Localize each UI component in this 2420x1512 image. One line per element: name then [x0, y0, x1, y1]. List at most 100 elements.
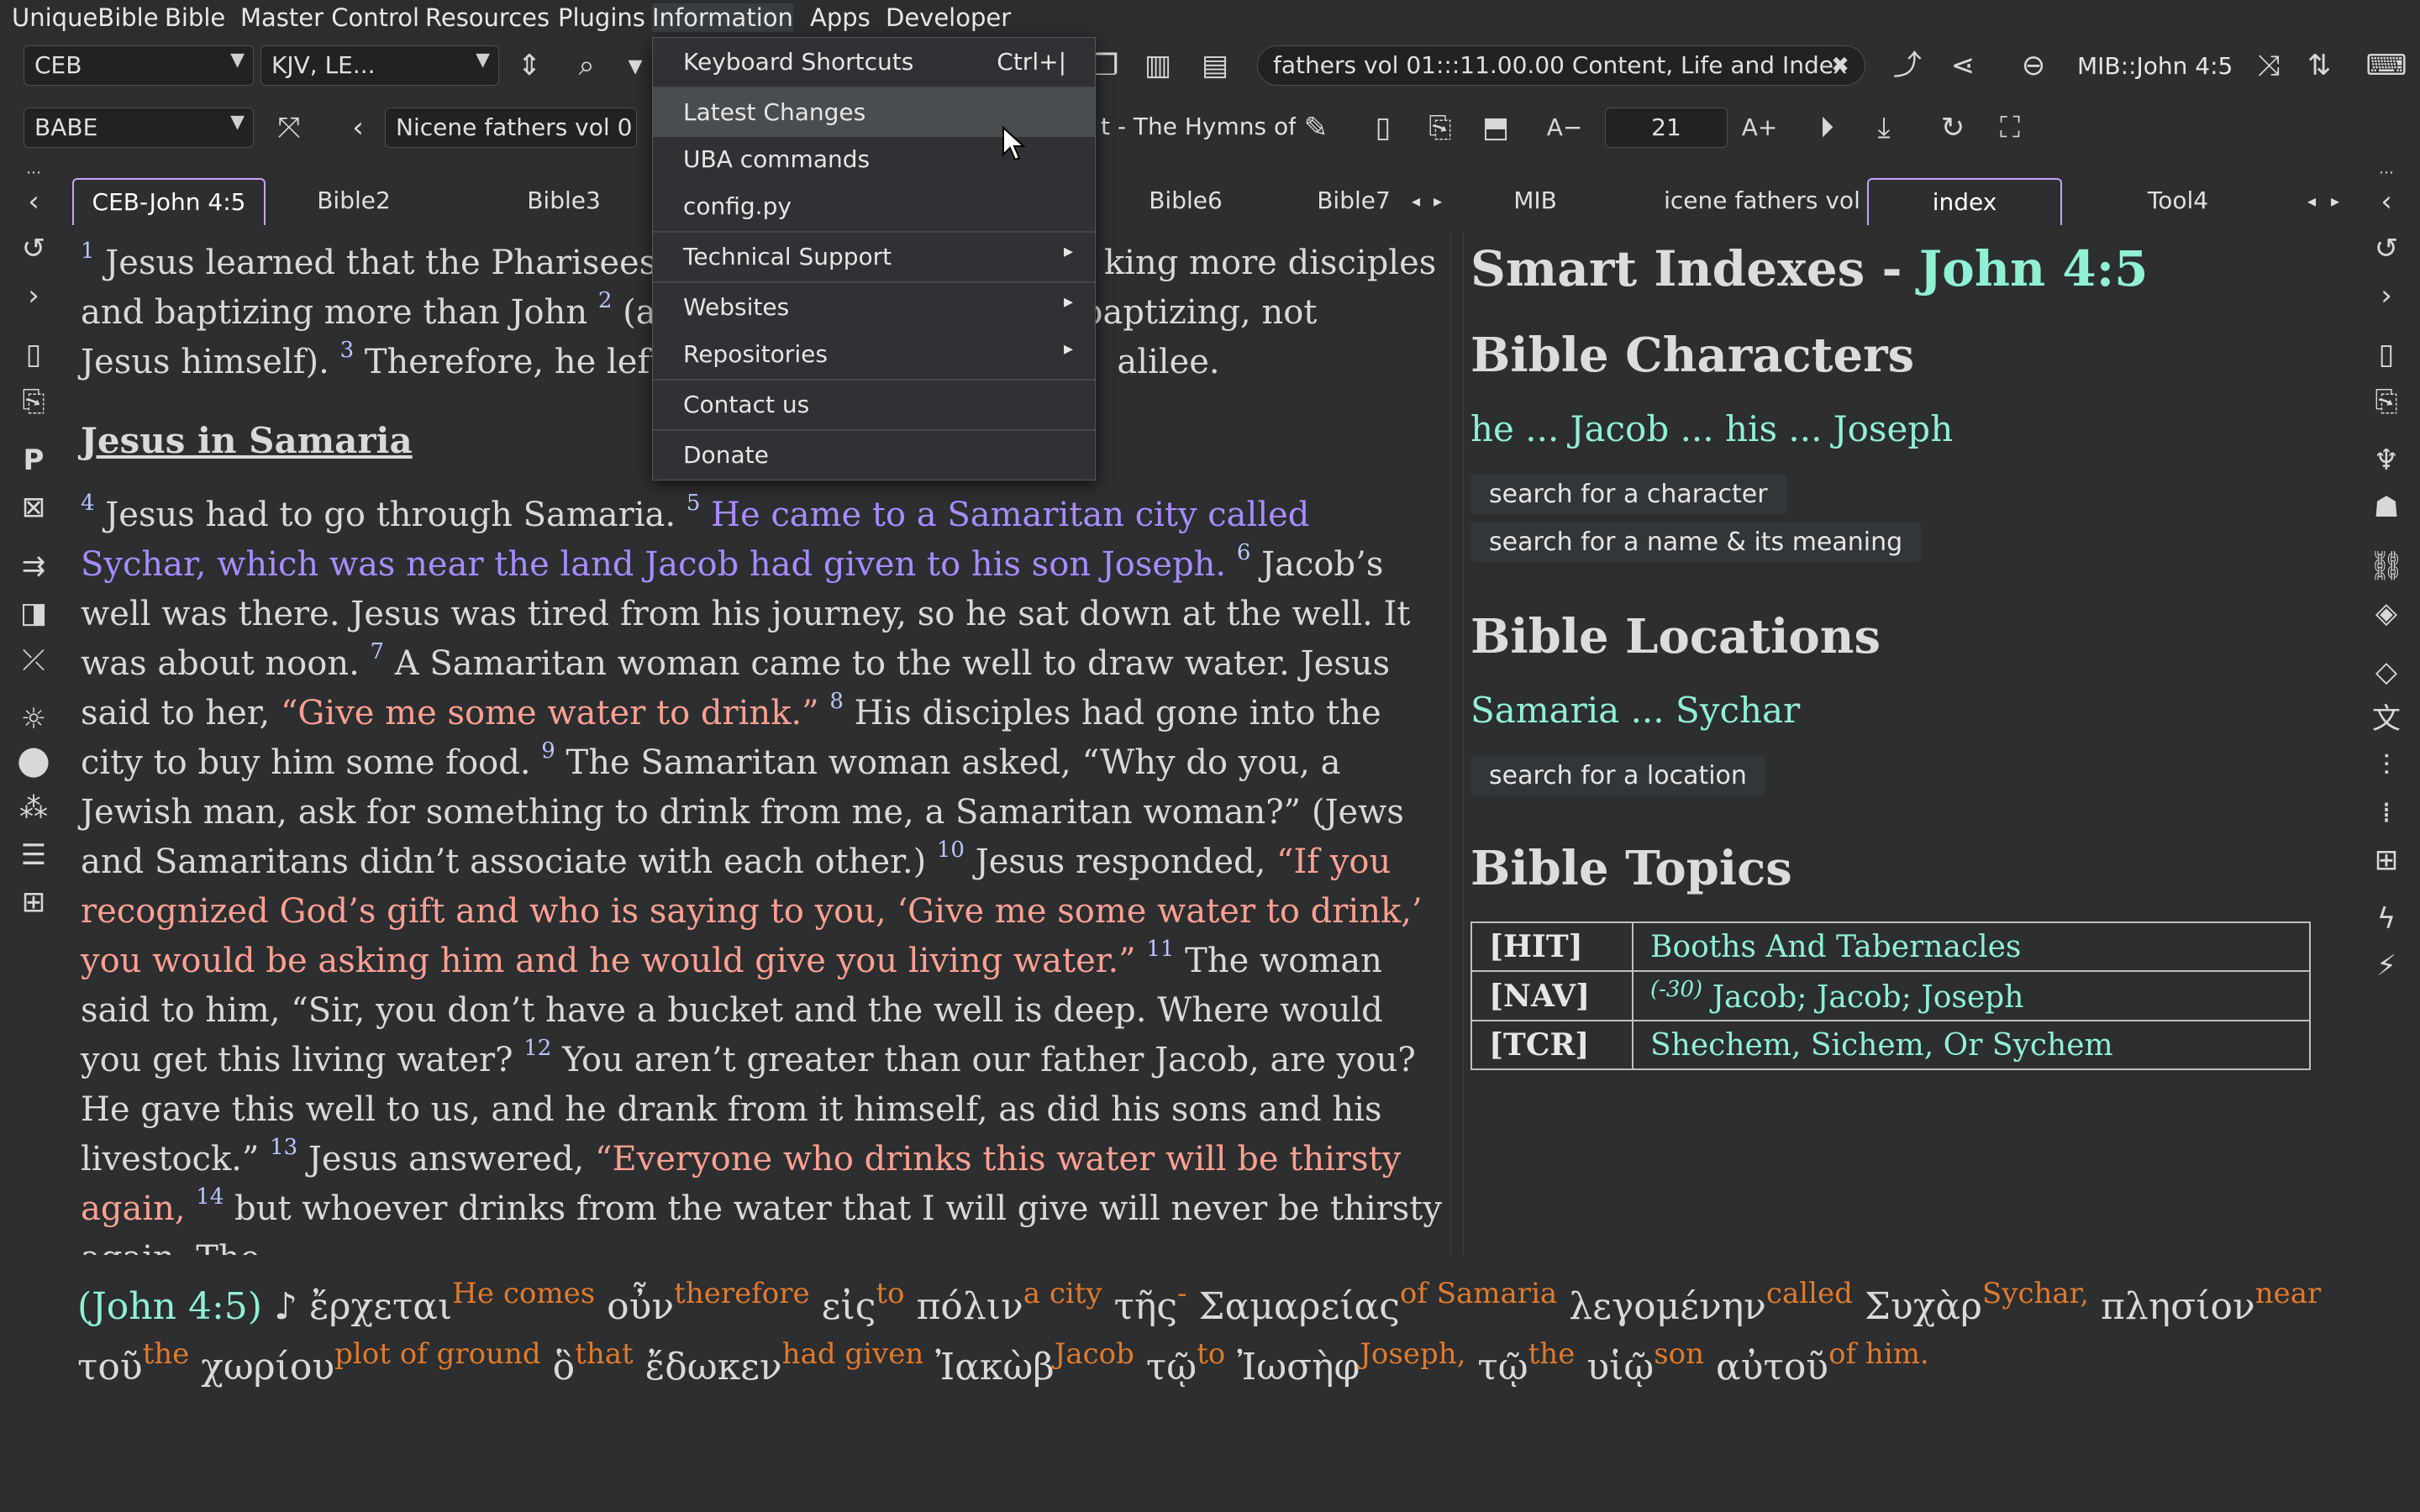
flash-text-icon[interactable]: ϟ	[2365, 897, 2408, 941]
verse-number[interactable]: 2	[598, 288, 613, 313]
nodes-icon[interactable]: ⁂	[12, 786, 55, 830]
rows-icon[interactable]: ▤	[1193, 44, 1237, 87]
verse-number[interactable]: 11	[1146, 937, 1174, 962]
back-icon[interactable]: ‹	[12, 180, 55, 223]
tab-ceb-john[interactable]: CEB-John 4:5	[72, 178, 266, 225]
open-external-icon[interactable]: ⤴	[1886, 44, 1929, 87]
save-icon[interactable]: ⬒	[1474, 106, 1518, 150]
topic-link[interactable]: Booths And Tabernacles	[1632, 921, 2311, 972]
image-off-icon[interactable]: ⊠	[12, 486, 55, 529]
layers-icon[interactable]: ◇	[2365, 650, 2408, 694]
menu-plugins[interactable]: Plugins	[558, 3, 645, 32]
play-icon[interactable]: ⏵	[1805, 106, 1849, 150]
previous-book-icon[interactable]: ‹	[336, 106, 380, 150]
tab-scroll-right-icon[interactable]: ▸	[2323, 178, 2348, 225]
list-icon[interactable]: ☰	[12, 833, 55, 877]
greek-word[interactable]: τῷ	[1465, 1346, 1528, 1389]
font-size-field[interactable]: 21	[1605, 108, 1728, 148]
verse-number[interactable]: 14	[196, 1184, 224, 1210]
menu-item-uba-commands[interactable]: UBA commands	[653, 135, 1095, 184]
verse-number[interactable]: 12	[523, 1036, 551, 1061]
drag-handle-icon[interactable]: ⋯	[2365, 165, 2408, 181]
menu-item-keyboard-shortcuts[interactable]: Keyboard Shortcuts Ctrl+|	[653, 38, 1095, 87]
brightness-icon[interactable]: ☼	[12, 697, 55, 741]
book-icon[interactable]: ◨	[12, 591, 55, 635]
sync-icon[interactable]: ⇅	[2297, 44, 2341, 87]
filter-icon[interactable]: ▾	[613, 44, 657, 87]
toggle-panel-icon[interactable]: ⌨	[2365, 44, 2408, 87]
forward-icon[interactable]: ›	[12, 274, 55, 318]
verse-number[interactable]: 4	[81, 491, 95, 516]
zoom-out-icon[interactable]: ⊖	[2012, 44, 2055, 87]
menu-apps[interactable]: Apps	[810, 3, 871, 32]
search-character-button[interactable]: search for a character	[1470, 475, 1786, 514]
compare-version-combo[interactable]: KJV, LE... ▼	[260, 45, 499, 86]
gem-icon[interactable]: ◈	[2365, 591, 2408, 635]
sync-off-icon[interactable]: ⤨	[2247, 44, 2291, 87]
greek-word[interactable]: αὐτοῦ	[1704, 1346, 1828, 1389]
tab-scroll-right-icon[interactable]: ▸	[1425, 178, 1450, 225]
grid-icon[interactable]: ⊞	[2365, 838, 2408, 882]
book-navigation-field[interactable]: Nicene fathers vol 0	[385, 108, 637, 148]
book-search-field[interactable]: fathers vol 01:::11.00.00 Content, Life …	[1257, 45, 1865, 86]
greek-word[interactable]: ὃ	[541, 1346, 576, 1389]
history-icon[interactable]: ↺	[2365, 227, 2408, 270]
greek-word[interactable]: Σαμαρείας	[1186, 1285, 1399, 1328]
search-icon[interactable]: ⌕	[565, 44, 608, 87]
locations-links[interactable]: Samaria ... Sychar	[1470, 690, 2306, 731]
tab-mib[interactable]: MIB	[1472, 178, 1598, 225]
greek-word[interactable]: εἰς	[810, 1285, 876, 1328]
menu-item-repositories[interactable]: Repositories ▸	[653, 330, 1095, 379]
bible-version-combo[interactable]: CEB ▼	[24, 45, 254, 86]
pdf-icon[interactable]: ⎘	[2365, 380, 2408, 423]
menu-item-latest-changes[interactable]: Latest Changes	[653, 88, 1095, 137]
topic-link[interactable]: Shechem, Sichem, Or Sychem	[1632, 1020, 2311, 1070]
drag-handle-icon[interactable]: ⋯	[12, 165, 55, 181]
verse-number[interactable]: 13	[270, 1135, 297, 1160]
pane-splitter[interactable]	[1450, 232, 1464, 1255]
align-right-icon[interactable]: ⫶	[2365, 744, 2408, 788]
tab-bible3[interactable]: Bible3	[492, 178, 635, 225]
link-icon[interactable]: ⛓	[2365, 544, 2408, 588]
search-name-meaning-button[interactable]: search for a name & its meaning	[1470, 522, 1922, 562]
download-icon[interactable]: ⤓	[1862, 106, 1906, 150]
tree-icon[interactable]: ⊞	[12, 880, 55, 924]
tab-bible6[interactable]: Bible6	[1114, 178, 1257, 225]
greek-word[interactable]: πόλιν	[904, 1285, 1023, 1328]
dots-icon[interactable]: ⁞	[2365, 791, 2408, 835]
verse-number[interactable]: 7	[371, 639, 385, 664]
greek-word[interactable]: λεγομένην	[1557, 1285, 1766, 1328]
greek-word[interactable]: τῆς	[1102, 1285, 1177, 1328]
history-icon[interactable]: ↺	[12, 227, 55, 270]
search-location-button[interactable]: search for a location	[1470, 756, 1765, 795]
refresh-icon[interactable]: ↻	[1931, 106, 1975, 150]
lamp-icon[interactable]: ♆	[2365, 438, 2408, 482]
parallel-icon[interactable]: P	[12, 438, 55, 482]
back-icon[interactable]: ‹	[2365, 180, 2408, 223]
greek-word[interactable]: Ἰωσὴφ	[1225, 1346, 1360, 1389]
menu-uniquebible[interactable]: UniqueBible	[12, 3, 159, 32]
greek-word[interactable]: οὖν	[595, 1285, 674, 1328]
verse-number[interactable]: 1	[81, 239, 95, 264]
greek-word[interactable]: ἔδωκεν	[634, 1346, 782, 1389]
edit-icon[interactable]: ✎	[1294, 106, 1338, 150]
greek-word[interactable]: υἱῷ	[1575, 1346, 1654, 1389]
document-icon[interactable]: ▯	[12, 333, 55, 376]
menu-resources[interactable]: Resources	[425, 3, 550, 32]
document-icon[interactable]: ▯	[1361, 106, 1405, 150]
tab-index[interactable]: index	[1867, 178, 2062, 225]
characters-links[interactable]: he ... Jacob ... his ... Joseph	[1470, 408, 2306, 449]
share-icon[interactable]: ⋖	[1941, 44, 1985, 87]
greek-word[interactable]: χωρίου	[189, 1346, 334, 1389]
translate-icon[interactable]: 文	[2365, 697, 2408, 741]
audio-note-icon[interactable]: ♪	[274, 1285, 297, 1328]
verse-number[interactable]: 9	[541, 738, 555, 764]
menu-item-donate[interactable]: Donate	[653, 431, 1095, 480]
greek-word[interactable]: τῷ	[1134, 1346, 1197, 1389]
pdf-icon[interactable]: ⎘	[1418, 106, 1462, 150]
clear-icon[interactable]: ✖	[1820, 45, 1860, 86]
menu-bible[interactable]: Bible	[165, 3, 225, 32]
link-off-icon[interactable]: ⤧	[267, 106, 311, 150]
verse-number[interactable]: 10	[937, 837, 965, 863]
tab-scroll-left-icon[interactable]: ◂	[2299, 178, 2324, 225]
